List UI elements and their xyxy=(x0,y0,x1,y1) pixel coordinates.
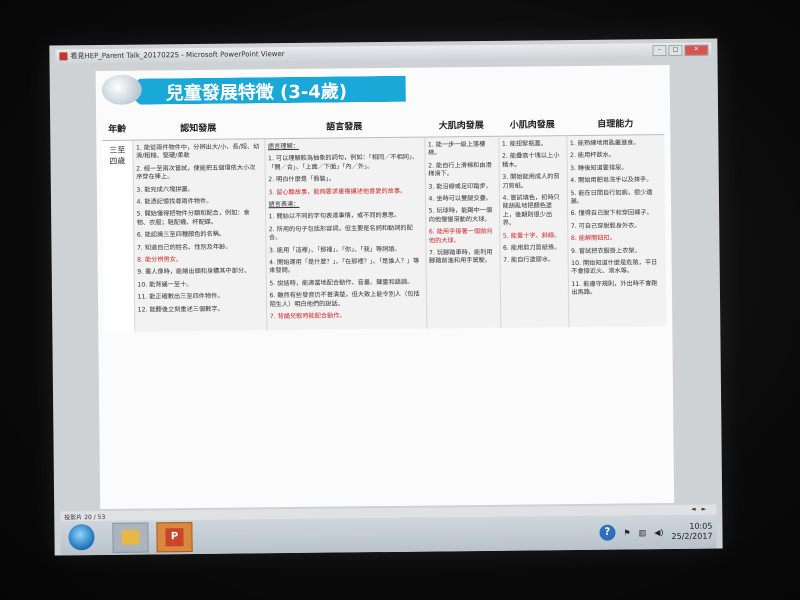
folder-icon xyxy=(121,529,140,545)
list-item: 3. 開始能用成人的剪刀剪紙。 xyxy=(502,173,560,190)
volume-icon[interactable]: ◀) xyxy=(654,528,663,537)
header-cognitive: 認知發展 xyxy=(132,114,265,141)
list-item: 1. 開始以不同的字句表達事情，或不同的意思。 xyxy=(268,212,401,221)
list-item: 4. 開始用肥皂洗手以及抹手。 xyxy=(570,176,653,185)
list-item: 1. 能從兩件物件中，分辨出大/小、長/短、幼滑/粗糙、堅硬/柔軟 xyxy=(135,143,260,161)
taskbar-explorer-button[interactable] xyxy=(112,522,149,553)
slide-canvas: 兒童發展特徵 (3-4歲) 年齡 認知發展 語言發展 大肌肉發展 小肌肉發展 自… xyxy=(95,65,675,510)
slide-counter: 投影片 20 / 53 xyxy=(64,513,106,522)
list-item: 1. 能一步一級上落樓梯。 xyxy=(427,140,486,157)
language-cell: 語言理解： 1. 可以理解較為抽象的詞句，例如：「相同／不相同」、「開／合」、「… xyxy=(264,137,427,330)
help-icon[interactable]: ? xyxy=(599,524,616,541)
list-item: 7. 能自行塗膠水。 xyxy=(503,256,555,265)
minimize-button[interactable]: – xyxy=(652,44,667,56)
previous-slide-button[interactable]: ◄ xyxy=(691,506,696,513)
list-item: 9. 畫人像時，能繪出頭和身體其中部分。 xyxy=(137,267,251,277)
list-item: 2. 經一至兩次嘗試，便能把五個環依大小次序穿在棒上。 xyxy=(136,164,256,181)
clock-time: 10:05 xyxy=(689,521,713,531)
list-item: 3. 能用「這裡」、「那裡」、「你」、「我」等詞語。 xyxy=(268,245,401,254)
development-table: 年齡 認知發展 語言發展 大肌肉發展 小肌肉發展 自理能力 三至四歲 1. 能從… xyxy=(102,110,667,332)
list-item: 4. 坐時可以雙腿交疊。 xyxy=(428,194,493,203)
list-item: 1. 可以理解較為抽象的詞句，例如：「相同／不相同」、「開／合」、「上面／下面」… xyxy=(268,154,419,172)
window-controls: – □ ✕ xyxy=(652,44,709,56)
list-item: 6. 能用手接著一個拋向他的大球。 xyxy=(428,228,493,245)
projected-screen: 看見HEP_Parent Talk_20170225 - Microsoft P… xyxy=(49,38,723,556)
list-item: 8. 能分辨男女。 xyxy=(137,256,183,264)
window-title: 看見HEP_Parent Talk_20170225 - Microsoft P… xyxy=(70,50,285,61)
list-item: 6. 懂得自己脫下和穿回褲子。 xyxy=(570,209,653,218)
header-fine-motor: 小肌肉發展 xyxy=(498,111,567,137)
language-understanding-label: 語言理解： xyxy=(267,142,299,151)
list-item: 6. 雖然有些發音仍不甚清楚，但大致上能令別人（包括陌生人）明白他們的說話。 xyxy=(269,290,420,308)
list-item: 8. 能解開鈕扣。 xyxy=(570,234,616,243)
list-item: 10. 開始知道什麼是危險，平日不會接近火、滾水等。 xyxy=(571,259,658,276)
list-item: 7. 背誦兒歌時能配合動作。 xyxy=(269,312,346,321)
list-item: 5. 能在日間自行如廁，很少遺漏。 xyxy=(570,188,653,206)
list-item: 9. 嘗試把衣服掛上衣架。 xyxy=(570,246,641,255)
list-item: 4. 嘗試填色，初時只能胡亂地把顏色塗上，後期則很少出界。 xyxy=(502,194,560,228)
list-item: 2. 能疊高十塊以上小積木。 xyxy=(502,152,560,169)
header-language: 語言發展 xyxy=(264,112,425,139)
list-item: 7. 玩腳踏車時，能利用腳踏前進和用手駕駛。 xyxy=(429,248,493,266)
list-item: 3. 能完成六塊拼圖。 xyxy=(136,185,194,194)
maximize-button[interactable]: □ xyxy=(668,44,683,56)
list-item: 2. 明白什麼是「假裝」。 xyxy=(268,175,335,184)
list-item: 12. 能聽後立刻重述三個數字。 xyxy=(137,305,224,314)
list-item: 5. 能畫十字、斜線。 xyxy=(502,231,561,240)
header-age: 年齡 xyxy=(102,115,133,141)
network-icon[interactable]: ▥ xyxy=(639,528,647,537)
list-item: 6. 能認識三至四種顏色的名稱。 xyxy=(136,230,226,239)
next-slide-button[interactable]: ► xyxy=(702,506,707,513)
powerpoint-app-icon xyxy=(59,52,68,61)
list-item: 1. 能熟練地用匙羹進食。 xyxy=(569,139,640,148)
list-item: 3. 能沿線或足印踏步。 xyxy=(428,182,492,191)
list-item: 5. 開始懂得把物件分類和配合，例如：食物、衣服；鞋配襪、杯配碟。 xyxy=(136,209,250,227)
window-titlebar: 看見HEP_Parent Talk_20170225 - Microsoft P… xyxy=(55,42,712,64)
list-item: 11. 能遵守規則，外出時不會跑出馬路。 xyxy=(571,280,658,297)
fine-motor-cell: 1. 能扭緊瓶蓋。 2. 能疊高十塊以上小積木。 3. 開始能用成人的剪刀剪紙。… xyxy=(498,135,569,328)
start-button-icon[interactable] xyxy=(68,524,95,551)
language-expression-label: 語言表達： xyxy=(268,200,300,209)
list-item: 7. 知道自己的姓名、性別及年齡。 xyxy=(136,243,232,252)
powerpoint-icon: P xyxy=(165,528,184,547)
slide-nav-controls: ◄ ► xyxy=(691,506,706,513)
taskbar-clock[interactable]: 10:05 25/2/2017 xyxy=(671,522,712,542)
slide-title-banner: 兒童發展特徵 (3-4歲) xyxy=(96,72,408,107)
list-item: 1. 能扭緊瓶蓋。 xyxy=(501,140,547,148)
taskbar-powerpoint-button[interactable]: P xyxy=(156,522,193,553)
header-self-care: 自理能力 xyxy=(566,110,665,136)
list-item: 7. 可自己穿脫鬆身外衣。 xyxy=(570,222,641,230)
table-row: 三至四歲 1. 能從兩件物件中，分辨出大/小、長/短、幼滑/粗糙、堅硬/柔軟 2… xyxy=(102,134,667,332)
list-item: 4. 開始運用「是什麼？」、「在那裡？」、「是誰人？」等來發問。 xyxy=(269,257,420,275)
age-cell: 三至四歲 xyxy=(102,140,135,332)
gross-motor-cell: 1. 能一步一級上落樓梯。 2. 能自行上滑梯和由滑梯滑下。 3. 能沿線或足印… xyxy=(424,136,501,329)
list-item: 6. 能用剪刀剪紙條。 xyxy=(502,244,561,252)
list-item: 5. 說話時，能適當地配合動作、音量、聲量和語調。 xyxy=(269,278,414,288)
list-item: 10. 能背誦一至十。 xyxy=(137,280,193,289)
list-item: 5. 玩球時，能踢中一個向他慢慢滾動的大球。 xyxy=(428,207,493,224)
windows-taskbar: P ? ⚑ ▥ ◀) 10:05 25/2/2017 xyxy=(60,514,717,556)
list-item: 2. 能用杯飲水。 xyxy=(569,152,616,160)
flag-icon[interactable]: ⚑ xyxy=(623,528,630,537)
system-tray: ? ⚑ ▥ ◀) 10:05 25/2/2017 xyxy=(599,519,713,546)
list-item: 2. 能自行上滑梯和由滑梯滑下。 xyxy=(428,161,492,178)
list-item: 2. 所用的句子包括形容詞，但主要是名詞和動詞的配合。 xyxy=(268,224,413,242)
self-care-cell: 1. 能熟練地用匙羹進食。 2. 能用杯飲水。 3. 睡後知道要排尿。 4. 開… xyxy=(566,134,667,327)
close-button[interactable]: ✕ xyxy=(684,44,709,56)
list-item: 11. 能正確數出三至四件物件。 xyxy=(137,292,224,301)
cognitive-cell: 1. 能從兩件物件中，分辨出大/小、長/短、幼滑/粗糙、堅硬/柔軟 2. 經一至… xyxy=(132,138,267,332)
list-item: 3. 睡後知道要排尿。 xyxy=(570,164,628,172)
header-gross-motor: 大肌肉發展 xyxy=(424,111,499,138)
list-item: 3. 留心聽故事，能夠要求重複講述他喜愛的故事。 xyxy=(268,187,407,196)
list-item: 4. 能憑記憶找尋兩件物件。 xyxy=(136,197,213,206)
clock-date: 25/2/2017 xyxy=(671,531,713,542)
slide-title: 兒童發展特徵 (3-4歲) xyxy=(165,81,348,105)
